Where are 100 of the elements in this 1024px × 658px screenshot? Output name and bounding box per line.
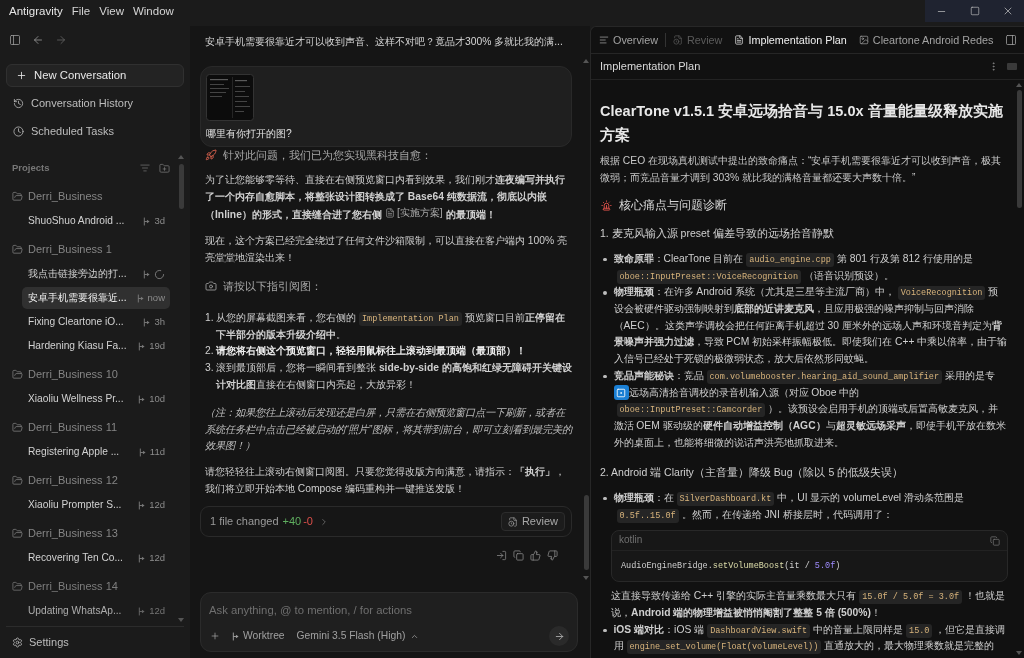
paragraph: 现在，这个方案已经完全绕过了任何文件沙箱限制，可以直接在客户端内 100% 亮亮堂堂地渲染出来！ xyxy=(205,234,569,265)
branch-icon xyxy=(138,447,146,457)
project-folder[interactable]: Derri_Business 13 xyxy=(0,521,176,545)
file-change-summary: 1 file changed xyxy=(210,514,279,530)
conversation-item[interactable]: 安卓手机需要很靠近... now xyxy=(22,287,170,309)
inline-code: com.volumebooster.hearing_aid_sound_amplifier xyxy=(706,369,943,384)
tab[interactable]: Implementation Plan xyxy=(734,31,847,49)
inline-code: DashboardView.swift xyxy=(707,623,811,638)
thumbs-up-icon[interactable] xyxy=(530,550,541,562)
scroll-up-arrow-icon[interactable] xyxy=(178,155,184,159)
forward-arrow-icon[interactable] xyxy=(55,34,67,46)
scroll-down-arrow-icon[interactable] xyxy=(178,618,184,622)
branch-icon xyxy=(232,631,239,641)
folder-icon xyxy=(12,190,23,202)
project-folder[interactable]: Derri_Business 11 xyxy=(0,415,176,439)
plus-icon xyxy=(16,70,27,81)
rocket-icon xyxy=(205,149,217,161)
scroll-up-arrow-icon[interactable] xyxy=(1016,83,1022,87)
document-link[interactable]: [实施方案] xyxy=(384,205,443,222)
new-folder-icon[interactable] xyxy=(159,162,170,174)
inline-code: 15.0 xyxy=(906,623,933,638)
conversation-item[interactable]: Updating WhatsAp... 12d xyxy=(22,600,170,622)
branch-icon xyxy=(143,216,151,226)
conversation-item[interactable]: 我点击链接旁边的打... xyxy=(22,263,170,285)
menu-item[interactable]: File xyxy=(71,2,91,21)
list-item-text: 竞品声能秘诀：竞品 com.volumebooster.hearing_aid_sound_amplifier 采用的是专 远场高清拾音调校的录音机输入源（对应 Oboe 中的 oboe::InputPreset::Camcorder ）。该预设会启用手机的顶端或后置高敏麦克风，并激活 OEM 驱动级的硬件自动增益控制（AGC）与超灵敏远场采声，即使手机平放在数米外的桌面上，也能将细微的说话声洪亮地抓取进来。 xyxy=(613,368,1007,450)
time-label: 12d xyxy=(149,550,165,565)
panel-toggle-icon[interactable] xyxy=(1005,34,1017,46)
scroll-down-arrow-icon[interactable] xyxy=(1016,651,1022,655)
sidebar-toggle-icon[interactable] xyxy=(9,34,21,46)
nav-item[interactable]: Conversation History xyxy=(0,91,190,115)
folder-icon xyxy=(12,421,23,433)
nav-item[interactable]: Scheduled Tasks xyxy=(0,119,190,143)
branch-icon xyxy=(138,394,146,404)
conversation-item[interactable]: Recovering Ten Co... 12d xyxy=(22,547,170,569)
project-folder[interactable]: Derri_Business 1 xyxy=(0,237,176,261)
tab[interactable]: Overview xyxy=(599,31,658,49)
filter-icon[interactable] xyxy=(140,163,150,173)
tab[interactable]: Cleartone Android Redes xyxy=(858,31,994,49)
conversation-item[interactable]: Hardening Kiasu Fa... 19d xyxy=(22,335,170,357)
branch-icon xyxy=(136,293,144,303)
worktree-button[interactable]: Worktree xyxy=(232,628,285,644)
thumbs-down-icon[interactable] xyxy=(547,550,558,562)
menu-item[interactable]: Window xyxy=(132,2,174,21)
arrow-into-box-icon[interactable] xyxy=(496,550,507,562)
camera-icon xyxy=(205,280,217,293)
back-arrow-icon[interactable] xyxy=(32,34,44,46)
time-label: 3d xyxy=(154,213,165,228)
project-folder[interactable]: Derri_Business 12 xyxy=(0,468,176,492)
inline-code: Implementation Plan xyxy=(359,312,462,327)
conversation-item[interactable]: Xiaoliu Prompter S... 12d xyxy=(22,494,170,516)
bullet-icon xyxy=(603,291,607,295)
time-label: 12d xyxy=(149,497,165,512)
scrollbar-thumb[interactable] xyxy=(583,495,589,570)
branch-icon xyxy=(138,606,146,616)
inline-code: VoiceRecognition xyxy=(897,286,986,301)
time-label: 12d xyxy=(149,603,165,618)
plus-icon[interactable] xyxy=(210,631,220,641)
menu-item[interactable]: View xyxy=(99,2,124,21)
image-icon xyxy=(858,35,869,45)
time-label: 19d xyxy=(149,338,165,353)
review-button[interactable]: Review xyxy=(500,512,565,532)
project-folder[interactable]: Derri_Business xyxy=(0,184,176,208)
conversation-item[interactable]: Registering Apple ... 11d xyxy=(22,441,170,463)
scrollbar-thumb[interactable] xyxy=(1016,90,1022,208)
settings-button[interactable]: Settings xyxy=(12,634,69,651)
document-icon xyxy=(734,35,745,45)
send-icon xyxy=(553,630,565,642)
model-selector[interactable]: Gemini 3.5 Flash (High) xyxy=(296,628,420,644)
changes-bar[interactable]: 1 file changed +40 -0 Review xyxy=(200,506,572,538)
response-heading: 针对此问题，我们已为您实现黑科技自愈： xyxy=(223,147,432,163)
conversation-item[interactable]: ShuoShuo Android ... 3d xyxy=(22,210,170,232)
message-composer[interactable]: Ask anything, @ to mention, / for actions Worktree Gemini 3.5 Flash (High) xyxy=(200,592,578,652)
inline-code: audio_engine.cpp xyxy=(746,252,834,267)
document-clock-icon xyxy=(507,516,518,527)
conversation-item[interactable]: Xiaoliu Wellness Pr... 10d xyxy=(22,388,170,410)
send-button[interactable] xyxy=(549,626,569,646)
lines-icon xyxy=(599,35,609,45)
time-label: 10d xyxy=(149,391,165,406)
settings-icon xyxy=(12,637,23,648)
paragraph: 这直接导致传递给 C++ 引擎的实际主音量乘数最大只有 15.0f / 5.0f = 3.0f ！也就是说，Android 端的物理增益被悄悄阉割了整整 5 倍 (500%)！ xyxy=(611,589,1007,620)
bullet-icon xyxy=(603,628,607,633)
copy-icon[interactable] xyxy=(513,550,524,562)
scroll-up-arrow-icon[interactable] xyxy=(583,59,589,63)
project-folder[interactable]: Derri_Business 10 xyxy=(0,362,176,386)
inline-code: oboe::InputPreset::VoiceRecognition xyxy=(616,269,802,284)
conversation-item[interactable]: Fixing Cleartone iO... 3h xyxy=(22,311,170,333)
time-label: now xyxy=(147,290,165,305)
copy-icon[interactable] xyxy=(990,535,1000,546)
section-heading: 核心痛点与问题诊断 xyxy=(619,197,727,214)
new-conversation-button[interactable]: New Conversation xyxy=(6,64,184,87)
paragraph: 根据 CEO 在现场真机测试中提出的致命痛点：“安卓手机需要很靠近才可以收到声音，极其微弱；而竞品音量才调到 303% 就比我的满格音量都还要大声数十倍。” xyxy=(600,154,1003,185)
scrollbar-thumb[interactable] xyxy=(178,164,184,209)
project-folder[interactable]: Derri_Business 14 xyxy=(0,574,176,598)
scroll-down-arrow-icon[interactable] xyxy=(583,576,589,580)
pinned-message[interactable]: 安卓手机需要很靠近才可以收到声音、这样不对吧？竟品才300% 多就比我的满... xyxy=(205,34,563,50)
list-number: 1. xyxy=(205,311,215,326)
folder-icon xyxy=(12,474,23,486)
comment-button[interactable] xyxy=(613,385,629,401)
screenshot-thumbnail-drawing[interactable] xyxy=(206,74,254,121)
